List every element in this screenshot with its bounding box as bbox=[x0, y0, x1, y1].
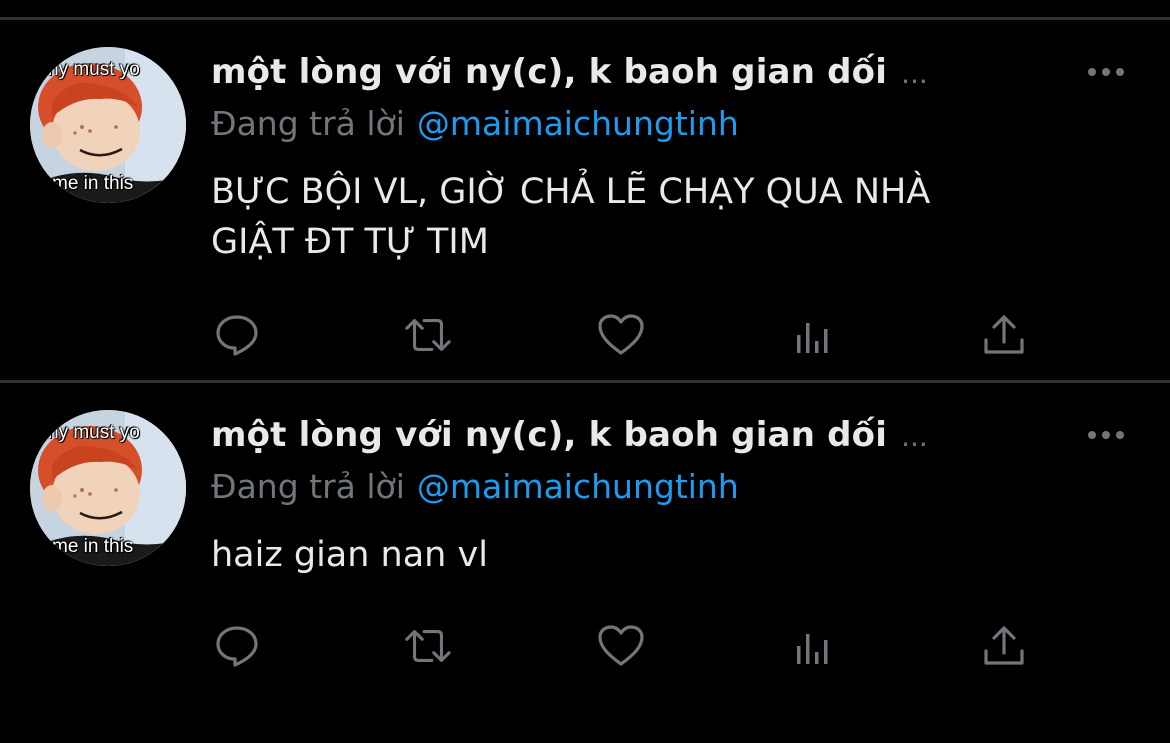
analytics-button[interactable] bbox=[788, 310, 838, 360]
share-icon bbox=[984, 315, 1024, 354]
avatar-caption-top: hy must yo bbox=[48, 422, 140, 443]
display-name[interactable]: một lòng với ny(c), k baoh gian dối bbox=[211, 52, 887, 92]
share-button[interactable] bbox=[979, 310, 1029, 360]
replying-to-line: Đang trả lời @maimaichungtinh bbox=[211, 104, 739, 143]
retweet-icon bbox=[405, 630, 451, 662]
replying-to-line: Đang trả lời @maimaichungtinh bbox=[211, 467, 739, 506]
retweet-icon bbox=[405, 319, 451, 351]
replying-to-label: Đang trả lời bbox=[211, 467, 405, 506]
more-options-button[interactable] bbox=[1082, 420, 1130, 450]
more-icon bbox=[1088, 431, 1124, 439]
tweet-header: một lòng với ny(c), k baoh gian dối ... bbox=[211, 415, 928, 455]
analytics-button[interactable] bbox=[788, 621, 838, 671]
reply-button[interactable] bbox=[212, 310, 262, 360]
analytics-icon bbox=[797, 323, 828, 353]
like-icon bbox=[598, 625, 644, 666]
avatar[interactable]: hy must yo me in this bbox=[30, 410, 186, 566]
share-button[interactable] bbox=[979, 621, 1029, 671]
tweet[interactable]: hy must yo me in this một lòng với ny(c)… bbox=[0, 20, 1170, 380]
avatar-caption-top: hy must yo bbox=[48, 59, 140, 80]
reply-button[interactable] bbox=[212, 621, 262, 671]
more-options-button[interactable] bbox=[1082, 57, 1130, 87]
name-truncation-ellipsis: ... bbox=[901, 420, 928, 453]
share-icon bbox=[984, 626, 1024, 665]
mention-link[interactable]: @maimaichungtinh bbox=[417, 104, 739, 143]
tweet-actions bbox=[0, 310, 1170, 360]
avatar[interactable]: hy must yo me in this bbox=[30, 47, 186, 203]
tweet-text: haiz gian nan vl bbox=[211, 535, 488, 575]
analytics-icon bbox=[797, 634, 828, 664]
more-icon bbox=[1088, 68, 1124, 76]
reply-icon bbox=[216, 626, 258, 667]
tweet-text: BỰC BỘI VL, GIỜ CHẢ LẼ CHẠY QUA NHÀ GIẬT… bbox=[211, 172, 931, 262]
mention-link[interactable]: @maimaichungtinh bbox=[417, 467, 739, 506]
retweet-button[interactable] bbox=[403, 621, 453, 671]
like-icon bbox=[598, 314, 644, 355]
display-name[interactable]: một lòng với ny(c), k baoh gian dối bbox=[211, 415, 887, 455]
like-button[interactable] bbox=[596, 310, 646, 360]
replying-to-label: Đang trả lời bbox=[211, 104, 405, 143]
name-truncation-ellipsis: ... bbox=[901, 57, 928, 90]
avatar-caption-bottom: me in this bbox=[52, 536, 134, 557]
like-button[interactable] bbox=[596, 621, 646, 671]
tweet[interactable]: hy must yo me in this một lòng với ny(c)… bbox=[0, 383, 1170, 743]
reply-icon bbox=[216, 315, 258, 356]
avatar-caption-bottom: me in this bbox=[52, 173, 134, 194]
tweet-header: một lòng với ny(c), k baoh gian dối ... bbox=[211, 52, 928, 92]
tweet-actions bbox=[0, 621, 1170, 671]
retweet-button[interactable] bbox=[403, 310, 453, 360]
